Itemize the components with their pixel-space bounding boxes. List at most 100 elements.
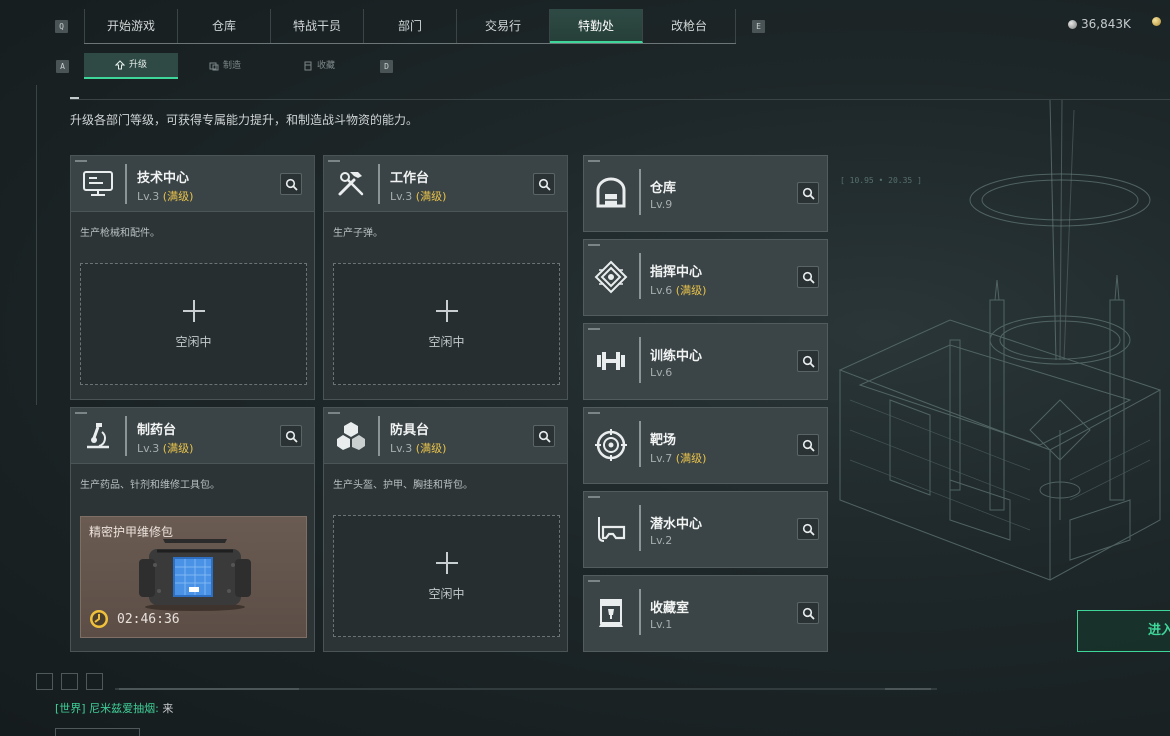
facility-card-shooting-range[interactable]: 靶场 Lv.7 (满级) <box>583 407 828 484</box>
subtab-upgrade-label: 升级 <box>128 60 147 70</box>
inspect-button[interactable] <box>797 350 819 372</box>
card-separator <box>639 589 641 635</box>
tab-departments[interactable]: 部门 <box>364 9 457 43</box>
subtab-craft[interactable]: 制造 <box>178 53 272 79</box>
inspect-button[interactable] <box>797 266 819 288</box>
tab-warehouse[interactable]: 仓库 <box>178 9 271 43</box>
workshop-level: Lv.3 (满级) <box>390 440 446 456</box>
card-separator <box>639 505 641 551</box>
tab-trading[interactable]: 交易行 <box>457 9 550 43</box>
facility-card-warehouse[interactable]: 仓库 Lv.9 <box>583 155 828 232</box>
workshop-card-pharmacy[interactable]: 制药台 Lv.3 (满级) 生产药品、针剂和维修工具包。 精密护甲维修包 02:… <box>70 407 315 652</box>
corner-tag <box>75 412 87 414</box>
workshop-card-armor[interactable]: 防具台 Lv.3 (满级) 生产头盔、护甲、胸挂和背包。 空闲中 <box>323 407 568 652</box>
left-guide-line <box>36 85 37 405</box>
workshop-card-workbench[interactable]: 工作台 Lv.3 (满级) 生产子弹。 空闲中 <box>323 155 568 400</box>
quick-slot-1[interactable] <box>36 673 53 690</box>
workshop-title: 技术中心 <box>137 171 190 186</box>
search-icon <box>802 607 815 620</box>
base-wireframe-illustration <box>838 100 1162 581</box>
inspect-button[interactable] <box>797 602 819 624</box>
quick-slot-2[interactable] <box>61 673 78 690</box>
craft-slot-empty[interactable]: 空闲中 <box>333 263 560 385</box>
key-hint-a: A <box>56 60 69 73</box>
facility-level: Lv.6 <box>650 366 673 379</box>
header-separator <box>125 164 127 204</box>
inspect-button[interactable] <box>533 173 555 195</box>
header-separator <box>125 416 127 456</box>
max-level-badge: (满级) <box>162 190 194 203</box>
facility-level: Lv.6 (满级) <box>650 282 706 298</box>
page-description: 升级各部门等级，可获得专属能力提升，和制造战斗物资的能力。 <box>70 113 419 127</box>
workshop-title: 防具台 <box>390 423 430 438</box>
workshop-card-tech-center[interactable]: 技术中心 Lv.3 (满级) 生产枪械和配件。 空闲中 <box>70 155 315 400</box>
inspect-button[interactable] <box>280 173 302 195</box>
facility-card-command-center[interactable]: 指挥中心 Lv.6 (满级) <box>583 239 828 316</box>
facility-card-collection-room[interactable]: 收藏室 Lv.1 <box>583 575 828 652</box>
facility-title: 训练中心 <box>650 349 703 364</box>
workshop-description: 生产头盔、护甲、胸挂和背包。 <box>333 480 473 491</box>
idle-label: 空闲中 <box>428 335 465 349</box>
corner-tag <box>588 328 600 330</box>
bottom-bar-highlight <box>119 688 299 690</box>
search-icon <box>285 178 298 191</box>
dumbbell-icon <box>597 352 625 370</box>
facility-level: Lv.1 <box>650 618 673 631</box>
subtab-upgrade[interactable]: 升级 <box>84 53 178 79</box>
facility-title: 靶场 <box>650 433 677 448</box>
upgrade-icon <box>114 60 125 70</box>
craft-slot-empty[interactable]: 空闲中 <box>333 515 560 637</box>
header-separator <box>378 416 380 456</box>
corner-tag <box>588 244 600 246</box>
facility-card-training-center[interactable]: 训练中心 Lv.6 <box>583 323 828 400</box>
trophy-case-icon <box>599 599 623 627</box>
sub-tab-bar: 升级 制造 收藏 <box>84 53 366 79</box>
tools-icon <box>338 172 364 196</box>
tab-gunsmith[interactable]: 改枪台 <box>643 9 736 43</box>
header-separator <box>378 164 380 204</box>
inspect-button[interactable] <box>797 182 819 204</box>
cubes-icon <box>337 422 365 450</box>
idle-label: 空闲中 <box>175 335 212 349</box>
corner-tag <box>588 580 600 582</box>
craft-slot-empty[interactable]: 空闲中 <box>80 263 307 385</box>
workshop-description: 生产子弹。 <box>333 228 383 239</box>
crafting-slot-active[interactable]: 精密护甲维修包 02:46:36 <box>80 516 307 638</box>
search-icon <box>802 523 815 536</box>
inspect-button[interactable] <box>533 425 555 447</box>
silver-coin-icon <box>1068 19 1077 29</box>
plus-icon <box>436 300 458 322</box>
command-icon <box>594 260 628 294</box>
facility-card-diving-center[interactable]: 潜水中心 Lv.2 <box>583 491 828 568</box>
facility-title: 指挥中心 <box>650 265 703 280</box>
plus-icon <box>436 552 458 574</box>
enter-button[interactable]: 进入 <box>1077 610 1170 652</box>
craft-icon <box>209 62 219 71</box>
chat-sender: 尼米兹爱抽烟: <box>89 702 159 715</box>
chat-line[interactable]: [世界] 尼米兹爱抽烟: 来 <box>55 700 173 716</box>
max-level-badge: (满级) <box>415 190 447 203</box>
silver-currency: 36,843K <box>1068 17 1131 31</box>
card-separator <box>639 253 641 299</box>
main-tab-bar: 开始游戏 仓库 特战干员 部门 交易行 特勤处 改枪台 <box>84 9 736 44</box>
inspect-button[interactable] <box>797 518 819 540</box>
workshop-level: Lv.3 (满级) <box>390 188 446 204</box>
facility-level: Lv.9 <box>650 198 673 211</box>
tab-operators[interactable]: 特战干员 <box>271 9 364 43</box>
key-hint-q: Q <box>55 20 68 33</box>
crafting-timer: 02:46:36 <box>117 612 180 627</box>
inspect-button[interactable] <box>797 434 819 456</box>
plus-icon <box>183 300 205 322</box>
tab-start-game[interactable]: 开始游戏 <box>84 9 178 43</box>
level-value: Lv.3 <box>390 442 413 455</box>
subtab-collection[interactable]: 收藏 <box>272 53 366 79</box>
workshop-description: 生产药品、针剂和维修工具包。 <box>80 480 220 491</box>
tab-special-ops[interactable]: 特勤处 <box>550 9 643 43</box>
inspect-button[interactable] <box>280 425 302 447</box>
card-separator <box>639 337 641 383</box>
chat-tab[interactable] <box>55 728 140 736</box>
search-icon <box>538 430 551 443</box>
gold-currency <box>1152 17 1161 26</box>
quick-slot-3[interactable] <box>86 673 103 690</box>
bottom-bar <box>115 688 937 690</box>
